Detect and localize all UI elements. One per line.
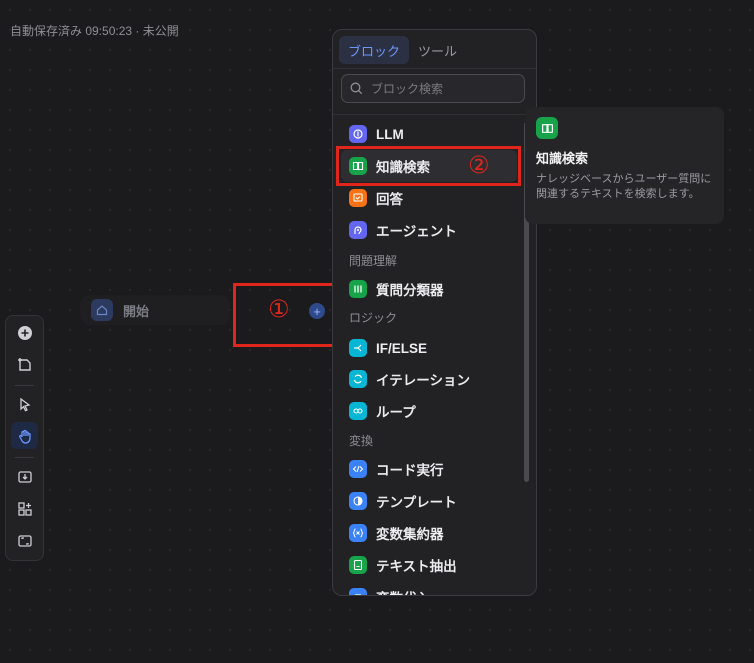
block-item-variable-assigner[interactable]: 変数代入 <box>341 581 517 595</box>
variable-icon <box>349 524 367 542</box>
tab-blocks[interactable]: ブロック <box>339 36 410 64</box>
add-block-icon[interactable] <box>11 319 38 346</box>
block-item-label: 変数集約器 <box>376 527 444 542</box>
fit-view-icon[interactable] <box>11 527 38 554</box>
block-item-variable-aggregator[interactable]: 変数集約器 <box>341 517 517 549</box>
block-item-agent[interactable]: エージェント <box>341 214 517 246</box>
autosave-status: 自動保存済み 09:50:23 · 未公開 <box>10 24 179 38</box>
block-item-question-classifier[interactable]: 質問分類器 <box>341 273 517 305</box>
block-search-input[interactable] <box>369 80 513 97</box>
block-item-label: LLM <box>376 126 404 142</box>
hand-icon[interactable] <box>11 422 38 449</box>
annotation-1: ① <box>268 295 290 323</box>
start-node[interactable]: 開始 <box>80 295 230 325</box>
agent-icon <box>349 221 367 239</box>
template-icon <box>349 492 367 510</box>
canvas-toolbar <box>5 315 44 561</box>
category-logic: ロジック <box>349 311 398 325</box>
block-item-label: 変数代入 <box>376 587 430 595</box>
loop-icon <box>349 402 367 420</box>
block-item-label: エージェント <box>376 224 457 239</box>
assign-icon <box>349 588 367 595</box>
block-item-answer[interactable]: 回答 <box>341 182 517 214</box>
reply-icon <box>349 189 367 207</box>
branch-icon <box>349 339 367 357</box>
organize-icon[interactable] <box>11 495 38 522</box>
block-item-label: コード実行 <box>376 463 444 478</box>
block-item-text-extractor[interactable]: テキスト抽出 <box>341 549 517 581</box>
export-icon[interactable] <box>11 463 38 490</box>
category-transform: 変換 <box>349 434 374 448</box>
block-item-loop[interactable]: ループ <box>341 395 517 427</box>
block-item-if-else[interactable]: IF/ELSE <box>341 332 517 364</box>
search-icon <box>350 82 363 95</box>
block-item-iteration[interactable]: イテレーション <box>341 363 517 395</box>
block-selector-panel: ブロック ツール LLM 知識検索 回答 エージェント 問題理解 質問分類器 ロ… <box>332 29 537 596</box>
block-tooltip: 知識検索 ナレッジベースからユーザー質問に関連するテキストを検索します。 <box>525 107 724 224</box>
add-note-icon[interactable] <box>11 351 38 378</box>
block-item-label: 回答 <box>376 192 403 207</box>
block-item-label: テキスト抽出 <box>376 559 457 574</box>
start-node-label: 開始 <box>123 303 150 319</box>
home-icon <box>91 299 113 321</box>
block-item-code[interactable]: コード実行 <box>341 453 517 485</box>
extract-icon <box>349 556 367 574</box>
code-icon <box>349 460 367 478</box>
block-item-label: 質問分類器 <box>376 283 444 298</box>
block-item-label: テンプレート <box>376 495 457 510</box>
block-item-template[interactable]: テンプレート <box>341 485 517 517</box>
tab-tools[interactable]: ツール <box>409 36 466 64</box>
tooltip-description: ナレッジベースからユーザー質問に関連するテキストを検索します。 <box>536 173 712 200</box>
block-item-label: イテレーション <box>376 373 470 388</box>
block-item-label: ループ <box>376 405 416 420</box>
annotation-2: ② <box>468 151 490 179</box>
tooltip-title: 知識検索 <box>536 151 589 166</box>
pointer-icon[interactable] <box>11 391 38 418</box>
book-icon <box>536 117 558 139</box>
llm-icon <box>349 125 367 143</box>
annotation-box-2 <box>336 146 521 186</box>
classifier-icon <box>349 280 367 298</box>
iteration-icon <box>349 370 367 388</box>
block-item-label: IF/ELSE <box>376 340 428 356</box>
block-search[interactable] <box>341 74 525 103</box>
panel-tabs: ブロック ツール <box>339 36 466 64</box>
category-question-understanding: 問題理解 <box>349 254 398 268</box>
